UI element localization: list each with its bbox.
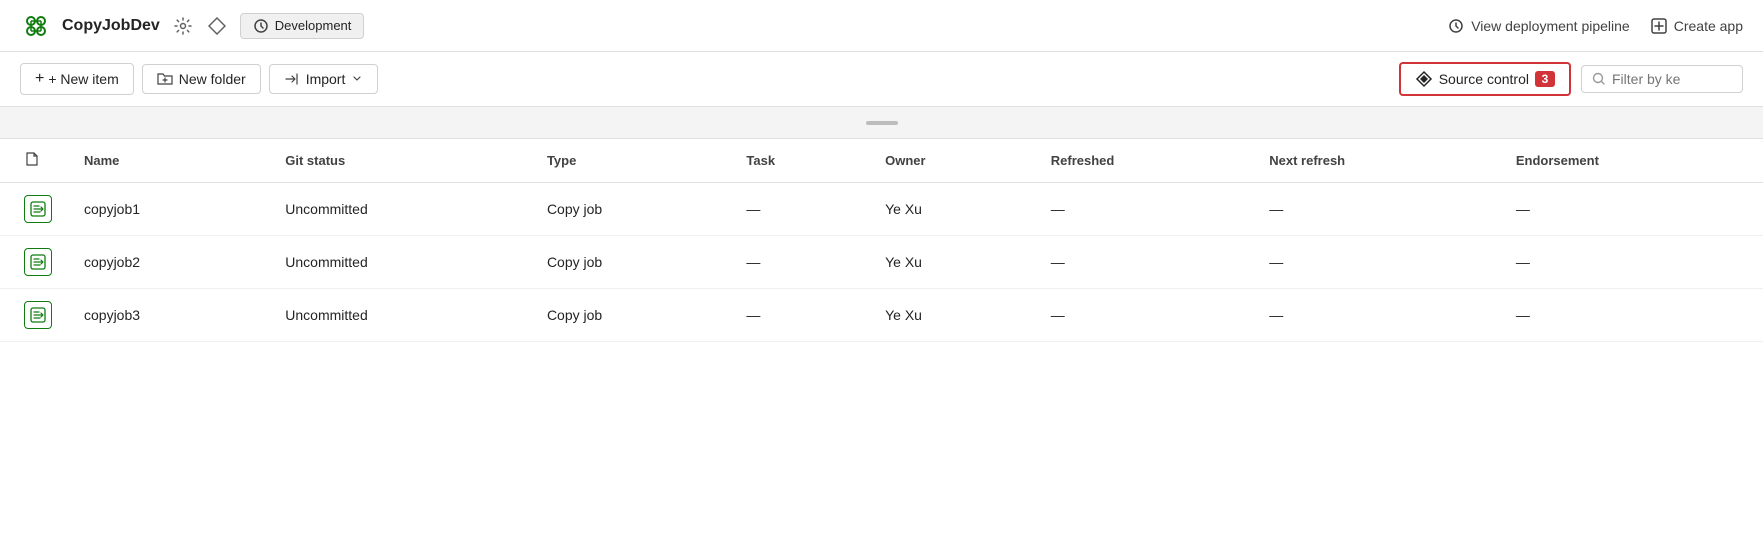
col-refreshed: Refreshed [1035, 139, 1253, 183]
col-icon [0, 139, 68, 183]
cell-endorsement: — [1500, 236, 1763, 289]
cell-owner: Ye Xu [869, 183, 1035, 236]
cell-name: copyjob2 [68, 236, 269, 289]
top-bar: CopyJobDev Development [0, 0, 1763, 52]
cell-endorsement: — [1500, 289, 1763, 342]
cell-refreshed: — [1035, 236, 1253, 289]
create-app-label: Create app [1674, 18, 1743, 34]
source-control-badge: 3 [1535, 71, 1555, 87]
header-row: Name Git status Type Task Owner Refreshe… [0, 139, 1763, 183]
top-bar-right: View deployment pipeline Create app [1447, 17, 1743, 35]
import-label: Import [306, 71, 346, 87]
col-task: Task [730, 139, 869, 183]
file-icon [24, 151, 40, 167]
row-type-icon [0, 289, 68, 342]
cell-type: Copy job [531, 289, 730, 342]
toolbar-left: + + New item New folder Import [20, 63, 378, 95]
import-icon [284, 71, 300, 87]
import-button[interactable]: Import [269, 64, 379, 94]
cell-git-status: Uncommitted [269, 236, 531, 289]
cell-git-status: Uncommitted [269, 289, 531, 342]
cell-owner: Ye Xu [869, 236, 1035, 289]
col-name: Name [68, 139, 269, 183]
cell-name: copyjob1 [68, 183, 269, 236]
workspace-name: CopyJobDev [62, 17, 160, 35]
table-row[interactable]: copyjob1UncommittedCopy job—Ye Xu——— [0, 183, 1763, 236]
toolbar: + + New item New folder Import [0, 52, 1763, 107]
row-type-icon [0, 236, 68, 289]
top-bar-icons [170, 13, 230, 39]
cell-endorsement: — [1500, 183, 1763, 236]
cell-owner: Ye Xu [869, 289, 1035, 342]
cell-type: Copy job [531, 236, 730, 289]
plus-icon: + [35, 70, 44, 88]
divider-handle[interactable] [866, 121, 898, 125]
filter-input-wrap[interactable] [1581, 65, 1743, 93]
table-header: Name Git status Type Task Owner Refreshe… [0, 139, 1763, 183]
new-item-button[interactable]: + + New item [20, 63, 134, 95]
copy-job-icon [24, 195, 52, 223]
cell-task: — [730, 183, 869, 236]
dev-badge-label: Development [275, 18, 352, 33]
row-type-icon [0, 183, 68, 236]
cell-task: — [730, 289, 869, 342]
toolbar-right: Source control 3 [1399, 62, 1743, 96]
cell-name: copyjob3 [68, 289, 269, 342]
settings-icon[interactable] [170, 13, 196, 39]
cell-git-status: Uncommitted [269, 183, 531, 236]
table-body: copyjob1UncommittedCopy job—Ye Xu——— cop… [0, 183, 1763, 342]
items-table: Name Git status Type Task Owner Refreshe… [0, 139, 1763, 342]
cell-task: — [730, 236, 869, 289]
view-pipeline-label: View deployment pipeline [1471, 18, 1630, 34]
filter-search-icon [1592, 72, 1606, 86]
cell-next-refresh: — [1253, 183, 1500, 236]
top-bar-left: CopyJobDev Development [20, 10, 364, 42]
new-folder-icon [157, 71, 173, 87]
source-control-label: Source control [1439, 71, 1529, 87]
new-folder-button[interactable]: New folder [142, 64, 261, 94]
table-row[interactable]: copyjob3UncommittedCopy job—Ye Xu——— [0, 289, 1763, 342]
workspace-logo-icon [20, 10, 52, 42]
copy-job-icon [24, 301, 52, 329]
col-next-refresh: Next refresh [1253, 139, 1500, 183]
table-row[interactable]: copyjob2UncommittedCopy job—Ye Xu——— [0, 236, 1763, 289]
col-git-status: Git status [269, 139, 531, 183]
cell-refreshed: — [1035, 289, 1253, 342]
source-control-button[interactable]: Source control 3 [1399, 62, 1571, 96]
cell-next-refresh: — [1253, 289, 1500, 342]
col-owner: Owner [869, 139, 1035, 183]
cell-next-refresh: — [1253, 236, 1500, 289]
copy-job-icon [24, 248, 52, 276]
dev-environment-badge[interactable]: Development [240, 13, 365, 39]
source-control-icon [1415, 70, 1433, 88]
diamond-icon[interactable] [204, 13, 230, 39]
divider-row [0, 107, 1763, 139]
col-endorsement: Endorsement [1500, 139, 1763, 183]
import-chevron-icon [351, 73, 363, 85]
create-app-button[interactable]: Create app [1650, 17, 1743, 35]
filter-input[interactable] [1612, 71, 1732, 87]
cell-refreshed: — [1035, 183, 1253, 236]
view-pipeline-button[interactable]: View deployment pipeline [1447, 17, 1630, 35]
new-folder-label: New folder [179, 71, 246, 87]
table-wrap: Name Git status Type Task Owner Refreshe… [0, 139, 1763, 362]
col-type: Type [531, 139, 730, 183]
new-item-label: + New item [48, 71, 118, 87]
cell-type: Copy job [531, 183, 730, 236]
